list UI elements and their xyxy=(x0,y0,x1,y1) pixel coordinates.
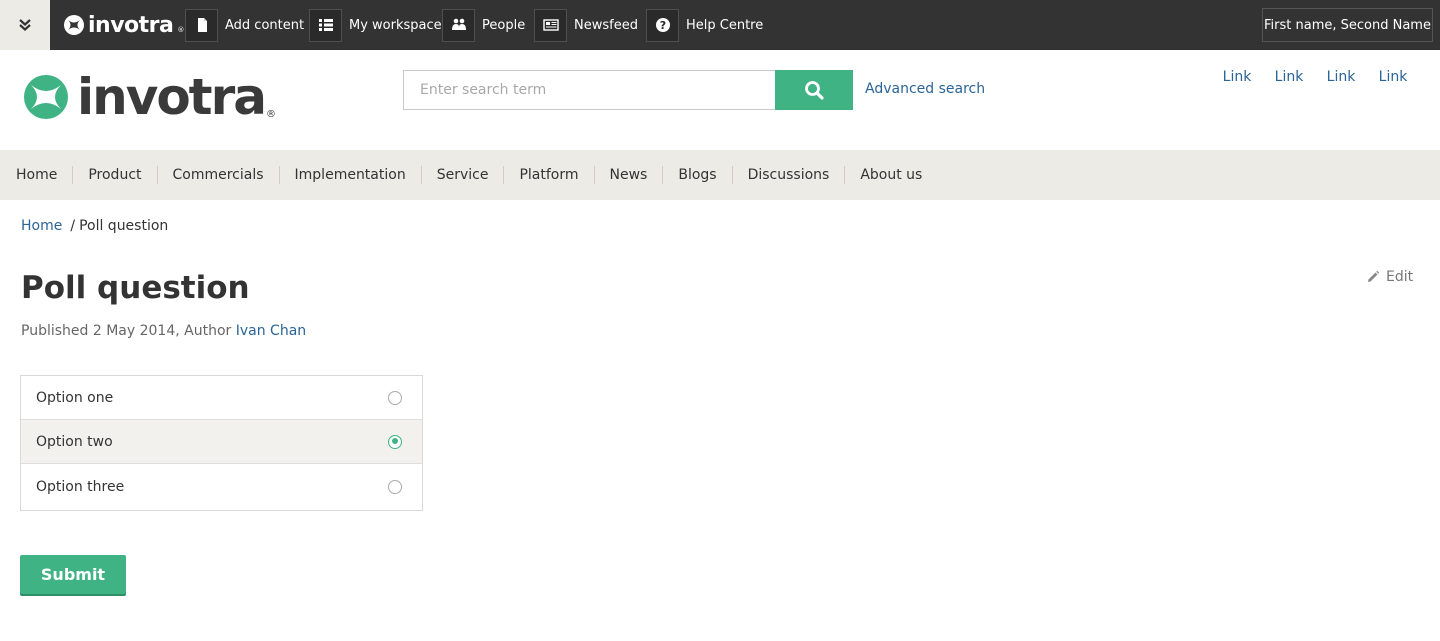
poll-option-one[interactable]: Option one xyxy=(21,376,422,419)
help-centre-label: Help Centre xyxy=(686,17,764,33)
nav-item-implementation[interactable]: Implementation xyxy=(278,166,421,184)
header-link[interactable]: Link xyxy=(1315,69,1367,85)
nav-item-commercials[interactable]: Commercials xyxy=(156,166,279,184)
add-content-label: Add content xyxy=(225,17,305,33)
poll-options: Option one Option two Option three xyxy=(20,375,423,511)
breadcrumb-separator: / xyxy=(70,218,76,234)
registered-mark: ® xyxy=(265,109,276,120)
poll-option-label: Option three xyxy=(36,479,125,495)
nav-item-about-us[interactable]: About us xyxy=(844,166,937,184)
header-link[interactable]: Link xyxy=(1263,69,1315,85)
submit-button[interactable]: Submit xyxy=(20,555,126,594)
pencil-icon xyxy=(1368,270,1380,282)
invotra-logo-icon xyxy=(24,75,68,119)
breadcrumb: Home / Poll question xyxy=(21,218,168,234)
admin-toolbar: invotra ® Add content My workspace Peopl… xyxy=(0,0,1440,50)
add-content-button[interactable]: Add content xyxy=(185,8,304,42)
radio-button[interactable] xyxy=(388,390,402,405)
nav-item-news[interactable]: News xyxy=(593,166,663,184)
toolbar-brand-text: invotra xyxy=(88,12,174,38)
help-centre-button[interactable]: ? Help Centre xyxy=(646,8,763,42)
poll-option-label: Option two xyxy=(36,433,113,450)
newspaper-icon xyxy=(534,8,567,42)
nav-item-blogs[interactable]: Blogs xyxy=(662,166,731,184)
breadcrumb-current: Poll question xyxy=(79,218,169,234)
registered-mark: ® xyxy=(177,26,185,34)
header-link[interactable]: Link xyxy=(1367,69,1419,85)
nav-item-home[interactable]: Home xyxy=(1,166,72,184)
post-meta: Published 2 May 2014, Author Ivan Chan xyxy=(21,323,306,339)
header-links: Link Link Link Link xyxy=(1211,69,1419,85)
user-menu-button[interactable]: First name, Second Name xyxy=(1262,8,1433,42)
my-workspace-button[interactable]: My workspace xyxy=(309,8,442,42)
toolbar-logo[interactable]: invotra ® xyxy=(64,12,184,38)
main-navigation: Home Product Commercials Implementation … xyxy=(0,150,1440,200)
nav-item-platform[interactable]: Platform xyxy=(503,166,593,184)
svg-text:?: ? xyxy=(659,19,665,32)
published-text: Published 2 May 2014, Author xyxy=(21,323,232,339)
header-link[interactable]: Link xyxy=(1211,69,1263,85)
site-brand-text: invotra xyxy=(77,68,267,126)
author-link[interactable]: Ivan Chan xyxy=(236,323,306,339)
list-icon xyxy=(309,8,342,42)
breadcrumb-home-link[interactable]: Home xyxy=(21,218,62,234)
poll-option-label: Option one xyxy=(36,389,114,406)
document-icon xyxy=(185,8,218,42)
nav-item-service[interactable]: Service xyxy=(420,166,504,184)
radio-button[interactable] xyxy=(388,480,402,494)
people-button[interactable]: People xyxy=(442,8,525,42)
nav-item-product[interactable]: Product xyxy=(72,166,156,184)
edit-label: Edit xyxy=(1386,269,1414,285)
toolbar-toggle-button[interactable] xyxy=(0,0,50,50)
invotra-logo-icon xyxy=(64,15,84,35)
page-title: Poll question xyxy=(21,270,250,306)
people-label: People xyxy=(482,17,526,33)
newsfeed-button[interactable]: Newsfeed xyxy=(534,8,638,42)
edit-button[interactable]: Edit xyxy=(1366,269,1413,285)
double-chevron-down-icon xyxy=(19,19,31,31)
radio-button-selected[interactable] xyxy=(388,434,402,449)
my-workspace-label: My workspace xyxy=(349,17,442,33)
newsfeed-label: Newsfeed xyxy=(574,17,638,33)
search-input[interactable] xyxy=(403,70,776,110)
nav-item-discussions[interactable]: Discussions xyxy=(731,166,845,184)
search-icon xyxy=(805,81,824,100)
poll-option-two[interactable]: Option two xyxy=(21,419,422,463)
poll-option-three[interactable]: Option three xyxy=(21,463,422,510)
search-button[interactable] xyxy=(775,70,853,110)
site-logo[interactable]: invotra ® xyxy=(23,72,276,122)
question-icon: ? xyxy=(646,8,679,42)
people-icon xyxy=(442,8,475,42)
advanced-search-link[interactable]: Advanced search xyxy=(865,81,985,97)
